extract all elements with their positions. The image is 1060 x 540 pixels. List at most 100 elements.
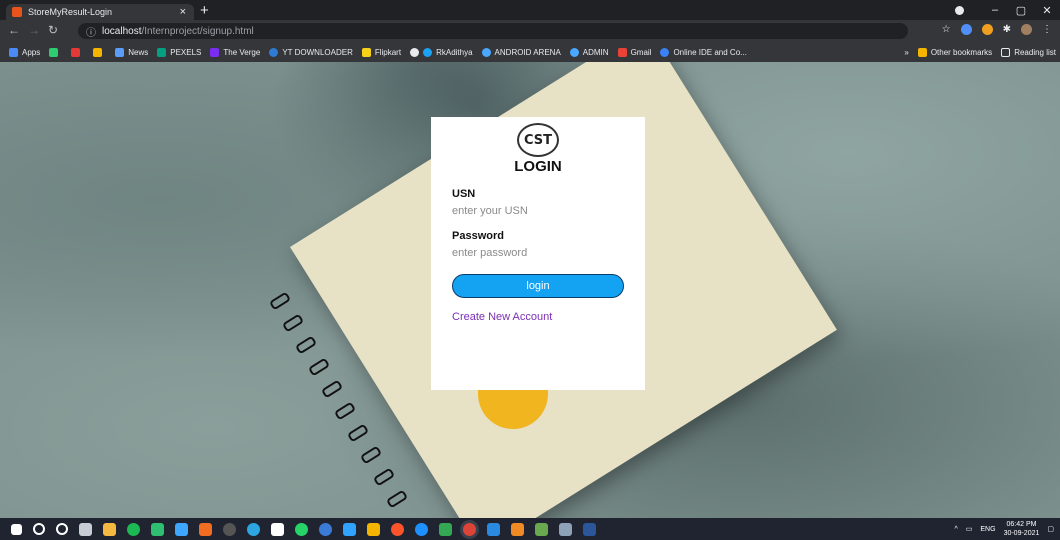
admin-icon: [569, 47, 579, 57]
usn-input[interactable]: [452, 203, 622, 218]
twitter-icon: [423, 47, 433, 57]
more-bookmarks-button[interactable]: »: [904, 48, 908, 57]
spiral-ring: [294, 335, 318, 355]
login-button[interactable]: login: [452, 274, 624, 298]
app-icon[interactable]: [175, 522, 188, 536]
verge-icon: [210, 47, 220, 57]
notes-icon[interactable]: [367, 522, 380, 536]
bookmark-rkadithya[interactable]: RkAdithya: [410, 47, 473, 57]
navigation-bar: ← → ↻ ⓘ localhost /Internproject/signup.…: [0, 20, 1060, 42]
word-icon[interactable]: [583, 522, 596, 536]
address-bar[interactable]: ⓘ localhost /Internproject/signup.html: [78, 23, 908, 39]
windows-start-icon[interactable]: [11, 523, 22, 535]
tab-close-icon[interactable]: ×: [180, 6, 186, 18]
spiral-ring: [346, 423, 370, 443]
chevron-up-icon[interactable]: ^: [954, 526, 957, 533]
store-icon[interactable]: [271, 522, 284, 536]
photoshop-icon[interactable]: [343, 522, 356, 536]
new-tab-button[interactable]: +: [200, 2, 209, 19]
clock[interactable]: 06:42 PM 30-09-2021: [1004, 520, 1040, 538]
back-icon[interactable]: ←: [8, 23, 20, 37]
bookmark-star-icon[interactable]: ☆: [942, 24, 951, 35]
bookmark-gmail[interactable]: Gmail: [617, 47, 651, 57]
spiral-ring: [281, 313, 305, 333]
bookmark-icon-c[interactable]: [93, 47, 106, 57]
bookmark-flipkart[interactable]: Flipkart: [361, 47, 401, 57]
brave-icon[interactable]: [391, 522, 404, 536]
clock-date: 30-09-2021: [1003, 530, 1040, 537]
usn-label: USN: [452, 188, 476, 200]
github-desktop-icon[interactable]: [223, 522, 236, 536]
taskbar: ^ ▭ ENG 06:42 PM 30-09-2021 ▢: [0, 518, 1060, 540]
password-label: Password: [452, 230, 504, 242]
extension-icon[interactable]: [981, 24, 993, 35]
app-icon[interactable]: [151, 522, 164, 536]
bookmark-pexels[interactable]: PEXELS: [157, 47, 201, 57]
cortana-icon[interactable]: [56, 523, 68, 535]
news-icon: [115, 47, 125, 57]
avatar[interactable]: [1021, 24, 1032, 35]
bookmark-news[interactable]: News: [115, 47, 148, 57]
telegram-icon[interactable]: [247, 522, 260, 536]
battery-icon[interactable]: ▭: [966, 525, 973, 533]
yt-downloader-icon: [269, 47, 279, 57]
login-card: CST LOGIN USN Password login Create New …: [431, 117, 645, 390]
bookmark-the-verge[interactable]: The Verge: [210, 47, 260, 57]
language-indicator[interactable]: ENG: [980, 526, 995, 533]
illustrator-icon[interactable]: [199, 522, 212, 536]
system-tray: ^ ▭ ENG 06:42 PM 30-09-2021 ▢: [954, 518, 1054, 540]
bookmark-icon-a[interactable]: [49, 47, 62, 57]
bookmark-icon-b[interactable]: [71, 47, 84, 57]
spotify-icon[interactable]: [127, 522, 140, 536]
reload-icon[interactable]: ↻: [48, 23, 58, 37]
github-icon: [410, 47, 420, 57]
spiral-ring: [359, 445, 383, 465]
whatsapp-icon[interactable]: [295, 522, 308, 536]
app-icon[interactable]: [559, 522, 572, 536]
chrome-icon[interactable]: [463, 522, 476, 536]
profile-icon[interactable]: [955, 6, 964, 15]
bookmark-admin[interactable]: ADMIN: [569, 47, 609, 57]
menu-icon[interactable]: ⋮: [1042, 24, 1052, 35]
google-drive-icon[interactable]: [439, 522, 452, 536]
file-explorer-icon[interactable]: [103, 522, 116, 536]
vscode-icon[interactable]: [487, 522, 500, 536]
reading-list[interactable]: Reading list: [1001, 47, 1056, 57]
other-bookmarks[interactable]: Other bookmarks: [917, 47, 992, 57]
flipkart-icon: [361, 47, 371, 57]
app-icon[interactable]: [535, 522, 548, 536]
url-path: /Internproject/signup.html: [141, 25, 254, 37]
app-icon[interactable]: [319, 522, 332, 536]
minimize-button[interactable]: –: [982, 4, 1008, 16]
spiral-ring: [333, 401, 357, 421]
tab-strip: StoreMyResult-Login × + – ▢ ✕: [0, 0, 1060, 20]
notification-icon[interactable]: ▢: [1047, 525, 1054, 533]
app-icon[interactable]: [415, 522, 428, 536]
app-icon[interactable]: [511, 522, 524, 536]
page-background: CST LOGIN USN Password login Create New …: [0, 62, 1060, 518]
folder-icon: [917, 47, 927, 57]
close-window-button[interactable]: ✕: [1034, 4, 1060, 17]
password-input[interactable]: [452, 245, 622, 260]
info-icon[interactable]: ⓘ: [86, 24, 96, 39]
forward-icon[interactable]: →: [28, 23, 40, 37]
task-view-icon[interactable]: [79, 522, 92, 536]
maximize-button[interactable]: ▢: [1008, 4, 1034, 17]
bookmarks-bar: Apps News PEXELS The Verge YT DOWNLOADER…: [0, 42, 1060, 63]
search-icon[interactable]: [33, 523, 45, 535]
bookmark-yt-downloader[interactable]: YT DOWNLOADER: [269, 47, 353, 57]
cst-logo: CST: [517, 123, 559, 157]
window-controls: – ▢ ✕: [982, 0, 1060, 20]
bookmarks-right: » Other bookmarks Reading list: [895, 42, 1056, 62]
pexels-icon: [157, 47, 167, 57]
apps-icon: [9, 47, 18, 57]
extension-icon[interactable]: [960, 24, 972, 35]
spiral-ring: [268, 291, 292, 311]
bookmark-online-ide[interactable]: Online IDE and Co...: [660, 47, 747, 57]
bookmark-android-arena[interactable]: ANDROID ARENA: [481, 47, 561, 57]
bookmark-apps[interactable]: Apps: [9, 47, 40, 57]
extension-icons: ☆ ✱ ⋮: [942, 24, 1052, 35]
puzzle-icon[interactable]: ✱: [1003, 24, 1011, 35]
create-account-link[interactable]: Create New Account: [452, 311, 552, 323]
tab-storemyresult[interactable]: StoreMyResult-Login ×: [6, 4, 194, 20]
